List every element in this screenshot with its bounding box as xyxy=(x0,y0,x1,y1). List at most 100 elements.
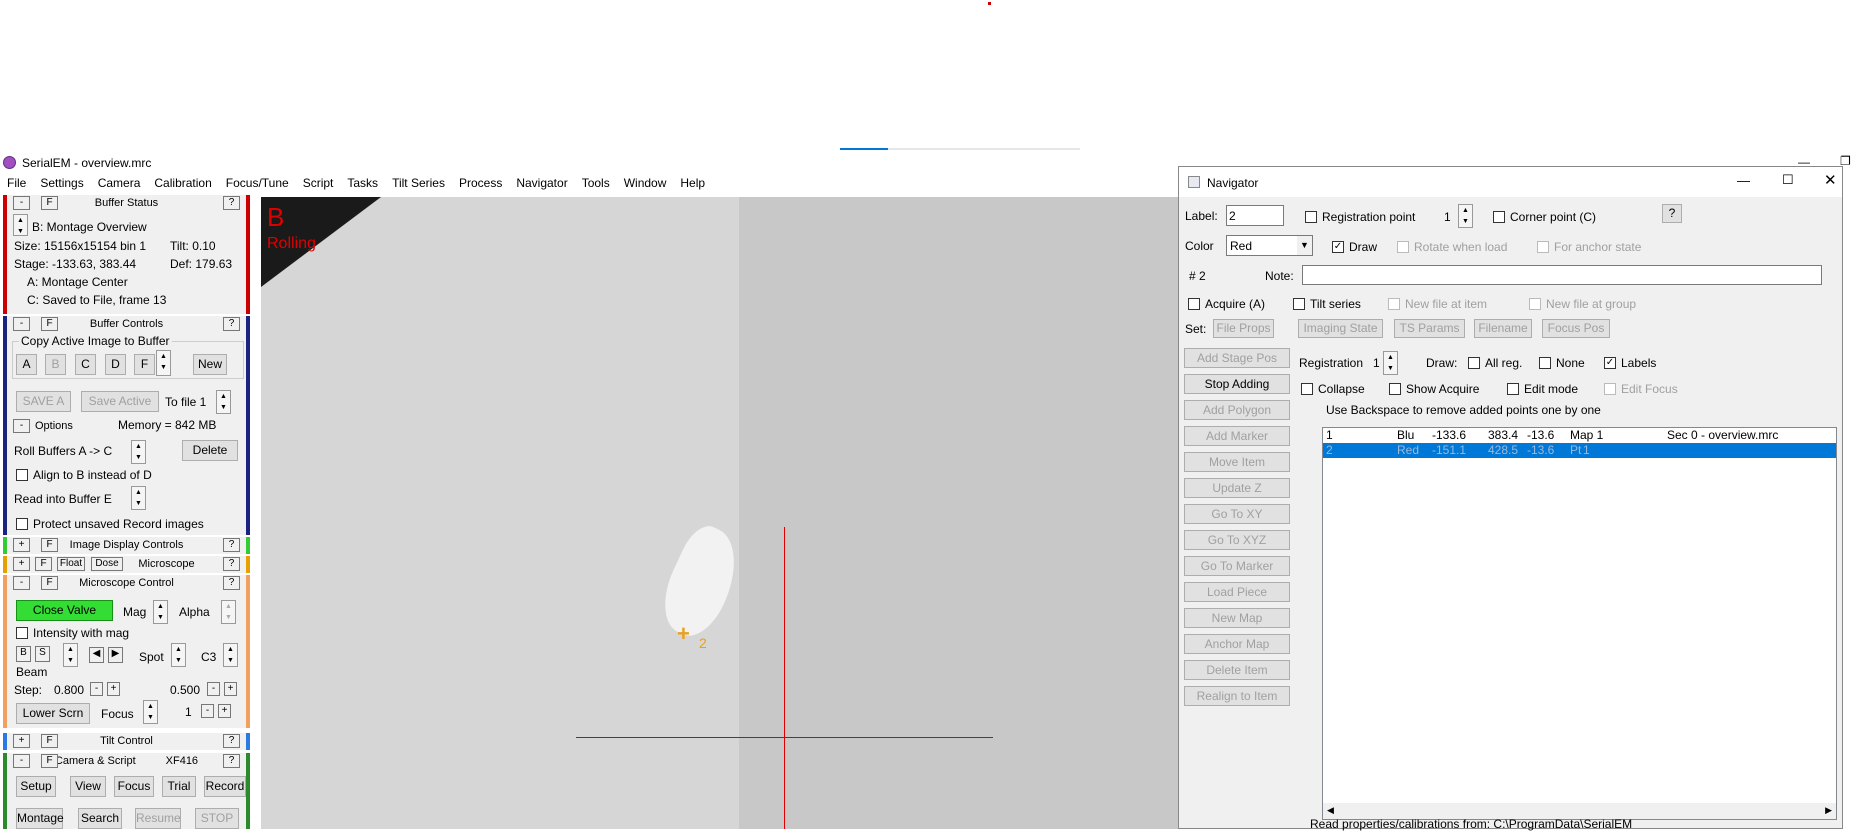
marker-plus-icon[interactable]: + xyxy=(677,621,690,647)
image-view[interactable]: B Rolling + 2 xyxy=(261,197,1180,829)
beam-right-button[interactable]: ▶ xyxy=(108,647,123,663)
resume-button[interactable]: Resume xyxy=(135,808,181,829)
help-button[interactable]: ? xyxy=(223,317,240,331)
edit-focus-checbox[interactable]: Edit Focus xyxy=(1604,382,1678,396)
step2-minus[interactable]: - xyxy=(207,682,220,696)
tilt-series-checkbox[interactable]: Tilt series xyxy=(1293,297,1361,311)
setup-button[interactable]: Setup xyxy=(16,776,56,797)
collapse-button[interactable]: - xyxy=(13,317,30,331)
show-acquire-checkbox[interactable]: Show Acquire xyxy=(1389,382,1479,396)
menu-process[interactable]: Process xyxy=(452,173,509,190)
microscope-tab[interactable]: Microscope xyxy=(138,558,194,570)
float-tab[interactable]: Float xyxy=(57,557,85,571)
close-icon[interactable]: ✕ xyxy=(1824,171,1837,189)
menu-navigator[interactable]: Navigator xyxy=(509,173,574,190)
menu-file[interactable]: File xyxy=(0,173,33,190)
collapse-button[interactable]: - xyxy=(13,576,30,590)
menu-script[interactable]: Script xyxy=(296,173,341,190)
anchor-state-checkbox[interactable]: For anchor state xyxy=(1537,240,1641,254)
roll-spin[interactable]: ▲ ▼ xyxy=(131,440,146,464)
scroll-left-icon[interactable]: ◀ xyxy=(1327,805,1334,816)
protect-checkbox[interactable]: Protect unsaved Record images xyxy=(16,517,204,531)
edit-mode-checkbox[interactable]: Edit mode xyxy=(1507,382,1578,396)
collapse-button[interactable]: - xyxy=(13,754,30,768)
beam-left-button[interactable]: ◀ xyxy=(89,647,104,663)
go-to-marker-button[interactable]: Go To Marker xyxy=(1184,556,1290,576)
float-button[interactable]: F xyxy=(41,196,58,210)
help-button[interactable]: ? xyxy=(223,196,240,210)
copy-a-button[interactable]: A xyxy=(16,354,37,375)
stop-adding-button[interactable]: Stop Adding xyxy=(1184,374,1290,394)
go-to-xy-button[interactable]: Go To XY xyxy=(1184,504,1290,524)
menu-focus-tune[interactable]: Focus/Tune xyxy=(219,173,296,190)
scroll-right-icon[interactable]: ▶ xyxy=(1825,805,1832,816)
help-button[interactable]: ? xyxy=(1662,204,1682,223)
menu-tools[interactable]: Tools xyxy=(575,173,617,190)
alpha-spin[interactable]: ▲ ▼ xyxy=(221,600,236,624)
beam-s-button[interactable]: S xyxy=(35,646,50,662)
expand-button[interactable]: + xyxy=(13,557,30,571)
delete-item-button[interactable]: Delete Item xyxy=(1184,660,1290,680)
menu-tasks[interactable]: Tasks xyxy=(340,173,385,190)
menu-settings[interactable]: Settings xyxy=(33,173,90,190)
color-select[interactable]: Red ▼ xyxy=(1226,235,1313,256)
labels-checkbox[interactable]: ✓ Labels xyxy=(1604,356,1656,370)
read-into-spin[interactable]: ▲ ▼ xyxy=(131,486,146,510)
new-file-item-checkbox[interactable]: New file at item xyxy=(1388,297,1487,311)
go-to-xyz-button[interactable]: Go To XYZ xyxy=(1184,530,1290,550)
registration-spin[interactable]: ▲ ▼ xyxy=(1383,351,1398,375)
copy-d-button[interactable]: D xyxy=(105,354,126,375)
add-marker-button[interactable]: Add Marker xyxy=(1184,426,1290,446)
delete-button[interactable]: Delete xyxy=(182,440,238,461)
help-button[interactable]: ? xyxy=(223,734,240,748)
help-button[interactable]: ? xyxy=(223,538,240,552)
note-input[interactable] xyxy=(1302,265,1822,285)
rotate-checkbox[interactable]: Rotate when load xyxy=(1397,240,1507,254)
lower-screen-button[interactable]: Lower Scrn xyxy=(16,703,90,724)
registration-point-spin[interactable]: ▲ ▼ xyxy=(1458,204,1473,228)
c3-spin[interactable]: ▲ ▼ xyxy=(223,643,238,667)
file-props-button[interactable]: File Props xyxy=(1213,319,1274,338)
intensity-checkbox[interactable]: Intensity with mag xyxy=(16,626,129,640)
none-checkbox[interactable]: None xyxy=(1539,356,1585,370)
save-active-button[interactable]: Save Active xyxy=(81,391,159,412)
step1-plus[interactable]: + xyxy=(107,682,120,696)
float-button[interactable]: F xyxy=(35,557,52,571)
view-button[interactable]: View xyxy=(70,776,106,797)
new-buffer-button[interactable]: New xyxy=(193,354,227,375)
new-file-group-checkbox[interactable]: New file at group xyxy=(1529,297,1636,311)
help-button[interactable]: ? xyxy=(223,576,240,590)
spot-spin[interactable]: ▲ ▼ xyxy=(171,643,186,667)
to-file-spin[interactable]: ▲ ▼ xyxy=(216,390,231,414)
options-toggle[interactable]: - xyxy=(13,419,30,433)
acquire-checkbox[interactable]: Acquire (A) xyxy=(1188,297,1265,311)
buffer-spin[interactable]: ▲ ▼ xyxy=(13,214,28,236)
corner-point-checkbox[interactable]: Corner point (C) xyxy=(1493,210,1596,224)
expand-button[interactable]: + xyxy=(13,734,30,748)
copy-b-button[interactable]: B xyxy=(45,354,66,375)
new-map-button[interactable]: New Map xyxy=(1184,608,1290,628)
copy-f-spin[interactable]: ▲ ▼ xyxy=(156,350,171,376)
step1-minus[interactable]: - xyxy=(90,682,103,696)
collapse-button[interactable]: - xyxy=(13,196,30,210)
minimize-icon[interactable]: — xyxy=(1737,173,1750,188)
ts-params-button[interactable]: TS Params xyxy=(1394,319,1465,338)
maximize-icon[interactable]: ☐ xyxy=(1782,172,1794,188)
float-button[interactable]: F xyxy=(41,538,58,552)
add-polygon-button[interactable]: Add Polygon xyxy=(1184,400,1290,420)
stop-button[interactable]: STOP xyxy=(195,808,239,829)
menu-tilt-series[interactable]: Tilt Series xyxy=(385,173,452,190)
save-a-button[interactable]: SAVE A xyxy=(16,391,71,412)
focus-spin[interactable]: ▲ ▼ xyxy=(143,700,158,724)
menu-calibration[interactable]: Calibration xyxy=(147,173,218,190)
close-valve-button[interactable]: Close Valve xyxy=(16,600,113,621)
help-button[interactable]: ? xyxy=(223,557,240,571)
list-item-selected[interactable]: 2 Red -151.1 428.5 -13.6 Pt 1 xyxy=(1323,443,1836,458)
filename-button[interactable]: Filename xyxy=(1474,319,1532,338)
imaging-state-button[interactable]: Imaging State xyxy=(1298,319,1383,338)
copy-f-button[interactable]: F xyxy=(134,354,155,375)
focus-minus[interactable]: - xyxy=(201,704,214,718)
step2-plus[interactable]: + xyxy=(224,682,237,696)
float-button[interactable]: F xyxy=(41,317,58,331)
realign-button[interactable]: Realign to Item xyxy=(1184,686,1290,706)
